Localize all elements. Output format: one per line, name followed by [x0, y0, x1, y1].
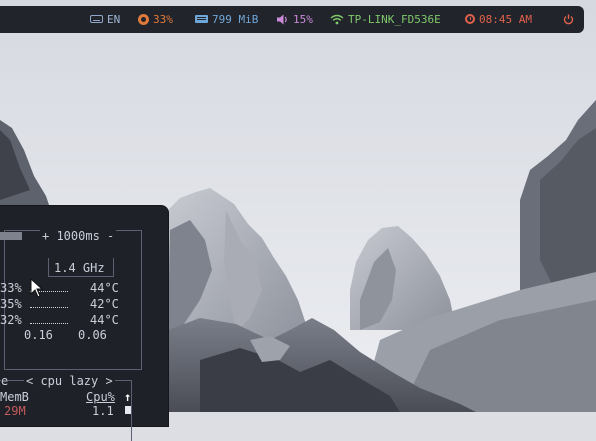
- cpu-frequency: 1.4 GHz: [54, 261, 105, 275]
- power-icon: [563, 14, 574, 24]
- core-temp: 44°C: [90, 313, 119, 327]
- proc-sort-selector[interactable]: < cpu lazy >: [24, 374, 115, 388]
- core-usage: 32%: [0, 313, 22, 327]
- core-graph: [30, 307, 68, 308]
- power-button[interactable]: [563, 6, 574, 33]
- core-temp: 42°C: [90, 297, 119, 311]
- row-cpu: 1.1: [92, 404, 114, 418]
- keyboard-layout-text: EN: [107, 13, 121, 26]
- scrollbar[interactable]: [125, 406, 131, 414]
- row-mem: 29M: [4, 404, 26, 418]
- load-average: 0.16: [24, 328, 53, 342]
- status-bar: EN 33% 799 MiB 15% TP-LINK_FD536E 08:45 …: [0, 6, 584, 33]
- wifi-icon: [330, 14, 344, 24]
- core-temp: 44°C: [90, 281, 119, 295]
- cpu-usage-text: 33%: [153, 13, 173, 26]
- mouse-cursor: [30, 278, 44, 298]
- clock-icon: [465, 14, 475, 24]
- core-usage: 33%: [0, 281, 22, 295]
- memory-used-text: 799 MiB: [212, 13, 259, 26]
- clock-text: 08:45 AM: [479, 13, 532, 26]
- cpu-module[interactable]: 33%: [138, 6, 173, 33]
- keyboard-layout-module[interactable]: EN: [90, 6, 120, 33]
- clock-module[interactable]: 08:45 AM: [465, 6, 532, 33]
- load-average: 0.06: [78, 328, 107, 342]
- btop-terminal[interactable]: + 1000ms - 1.4 GHz 33% 44°C 35% 42°C 32%…: [0, 206, 168, 441]
- cpu-icon: [138, 13, 149, 25]
- volume-module[interactable]: 15%: [277, 6, 313, 33]
- col-cpu-header[interactable]: Cpu%: [86, 390, 115, 404]
- volume-text: 15%: [293, 13, 313, 26]
- keyboard-icon: [90, 15, 103, 23]
- core-usage: 35%: [0, 297, 22, 311]
- update-interval[interactable]: + 1000ms -: [40, 229, 117, 243]
- proc-header-left: e: [1, 374, 9, 388]
- col-mem-header[interactable]: MemB: [0, 390, 29, 404]
- network-module[interactable]: TP-LINK_FD536E: [330, 6, 441, 33]
- memory-icon: [195, 15, 208, 23]
- interval-slider[interactable]: [0, 232, 22, 240]
- core-graph: [30, 323, 68, 324]
- wifi-ssid-text: TP-LINK_FD536E: [348, 13, 441, 26]
- sort-arrow[interactable]: ↑: [124, 390, 131, 404]
- cpu-box-frame: [4, 230, 142, 370]
- memory-module[interactable]: 799 MiB: [195, 6, 258, 33]
- volume-icon: [277, 14, 287, 24]
